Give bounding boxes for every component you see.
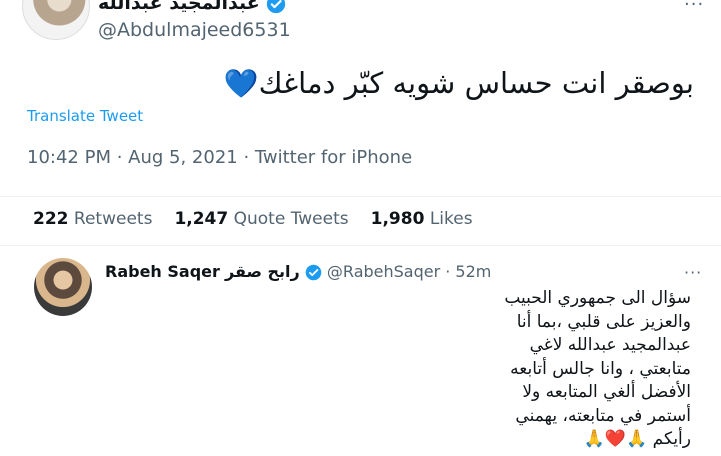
reply-author-name[interactable]: Rabeh Saqer — [105, 262, 220, 281]
quote-tweets-stat[interactable]: 1,247 Quote Tweets — [174, 209, 348, 229]
reply-handle-time[interactable]: @RabehSaqer · 52m — [327, 262, 491, 281]
divider — [0, 196, 721, 197]
reply-text-line: متابعتي ، وانا جالس أتابعه — [510, 358, 691, 379]
verified-badge-icon — [305, 264, 322, 281]
author-display-name[interactable]: عبدالمجيد عبدالله — [98, 0, 260, 14]
author-handle[interactable]: @Abdulmajeed6531 — [98, 19, 291, 41]
reply-text-last-line: رأيكم 🙏❤️🙏 — [171, 428, 691, 452]
retweets-label: Retweets — [73, 209, 153, 229]
tweet-timestamp[interactable]: 10:42 PM · Aug 5, 2021 · Twitter for iPh… — [27, 147, 412, 168]
reply-text-line: الأفضل ألغي المتابعه ولا — [522, 382, 691, 402]
reply-text-line: سؤال الى جمهوري الحبيب — [504, 288, 691, 308]
likes-count: 1,980 — [370, 209, 425, 229]
divider — [0, 245, 721, 246]
quote-tweets-count: 1,247 — [174, 209, 229, 229]
verified-badge-icon — [267, 0, 286, 13]
retweets-stat[interactable]: 222 Retweets — [33, 209, 152, 229]
pray-heart-emoji-icons: 🙏❤️🙏 — [583, 429, 648, 449]
author-name-row[interactable]: عبدالمجيد عبدالله — [98, 0, 286, 14]
likes-stat[interactable]: 1,980 Likes — [371, 209, 473, 229]
reply-text: سؤال الى جمهوري الحبيب والعزيز على قلبي … — [171, 287, 691, 452]
reply-text-line: والعزيز على قلبي ،بما أنا — [516, 311, 691, 332]
reply-text-line: رأيكم — [652, 429, 691, 449]
author-avatar[interactable] — [22, 0, 90, 40]
quote-tweets-label: Quote Tweets — [233, 209, 349, 229]
retweets-count: 222 — [33, 209, 69, 229]
reply-text-line: عبدالمجيد عبدالله لاغي — [529, 335, 691, 355]
reply-author-name-arabic[interactable]: رابح صقر — [225, 262, 300, 281]
reply-author-row: Rabeh Saqer رابح صقر @RabehSaqer · 52m — [105, 262, 491, 281]
reply-text-line: أستمر في متابعته، يهمني — [515, 405, 691, 426]
tweet-stats: 222 Retweets 1,247 Quote Tweets 1,980 Like… — [33, 209, 473, 229]
reply-author-avatar[interactable] — [34, 258, 92, 316]
likes-label: Likes — [429, 209, 473, 229]
blue-heart-icon: 💙 — [223, 67, 259, 100]
tweet-text-body: بوصقر انت حساس شويه كبّر دماغك — [258, 66, 694, 100]
more-options-icon[interactable]: ··· — [684, 0, 704, 15]
translate-tweet-link[interactable]: Translate Tweet — [27, 107, 143, 125]
tweet-text: بوصقر انت حساس شويه كبّر دماغك💙 — [220, 66, 694, 100]
reply-more-options-icon[interactable]: ··· — [684, 263, 702, 282]
